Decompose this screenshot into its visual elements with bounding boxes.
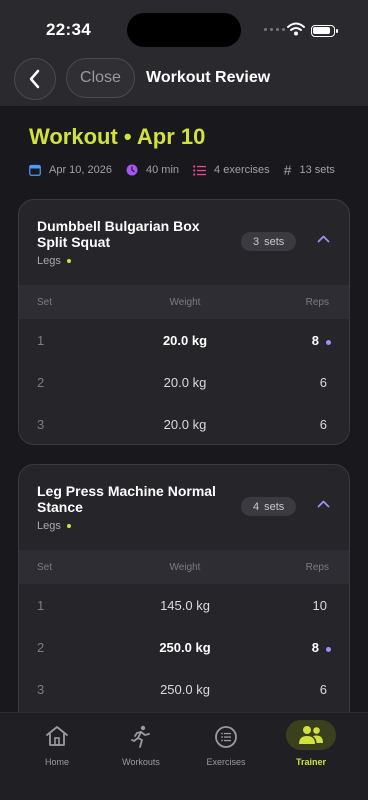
col-reps: Reps [305, 297, 329, 308]
exercise-muscle-text: Legs [37, 520, 61, 532]
meta-exercises-text: 4 exercises [214, 164, 270, 176]
battery-icon [311, 25, 338, 37]
meta-date: Apr 10, 2026 [29, 164, 112, 176]
exercise-card[interactable]: Dumbbell Bulgarian Box Split Squat Legs … [18, 199, 350, 445]
set-reps: 8 [311, 333, 319, 348]
sets-word: sets [264, 235, 285, 248]
meta-duration-text: 40 min [146, 164, 180, 176]
tab-exercises-label: Exercises [206, 757, 246, 767]
muscle-dot-icon [66, 524, 71, 528]
dynamic-island [127, 13, 241, 47]
set-row: 1 20.0 kg 8 [19, 319, 349, 361]
exercise-card-header[interactable]: Dumbbell Bulgarian Box Split Squat Legs … [19, 200, 349, 285]
back-button[interactable] [14, 58, 56, 100]
tab-home-label: Home [44, 757, 69, 767]
list-icon [193, 164, 207, 176]
people-icon [299, 726, 323, 744]
set-row: 2 20.0 kg 6 [19, 361, 349, 403]
exercise-name: Leg Press Machine Normal Stance [37, 483, 216, 515]
meta-sets-text: 13 sets [299, 164, 335, 176]
set-row: 3 20.0 kg 6 [19, 403, 349, 444]
signal-icon [264, 28, 285, 31]
page-title: Workout Review [146, 69, 271, 86]
exercise-card[interactable]: Leg Press Machine Normal Stance Legs 4 s… [18, 464, 350, 712]
set-reps: 6 [319, 417, 327, 432]
meta-duration: 40 min [126, 164, 179, 176]
workout-content[interactable]: Workout • Apr 10 Apr 10, 2026 40 min 4 e… [0, 106, 368, 712]
col-weight: Weight [169, 297, 201, 308]
set-row: 1 145.0 kg 10 [19, 584, 349, 626]
active-tab-indicator [286, 720, 336, 750]
sets-word: sets [264, 500, 285, 513]
home-icon [46, 726, 68, 746]
sets-count: 4 [253, 500, 260, 513]
workout-title: Workout • Apr 10 [29, 124, 206, 149]
status-bar: 22:34 [0, 0, 368, 54]
close-button[interactable]: Close [66, 58, 135, 98]
hash-icon: # [283, 162, 292, 178]
meta-sets: # 13 sets [284, 162, 335, 178]
best-set-dot-icon [326, 340, 331, 345]
set-reps: 6 [319, 375, 327, 390]
set-row: 3 250.0 kg 6 [19, 668, 349, 710]
calendar-icon [29, 164, 41, 176]
sets-count: 3 [253, 235, 260, 248]
exercise-name: Dumbbell Bulgarian Box Split Squat [37, 218, 200, 250]
col-weight: Weight [169, 562, 201, 573]
set-weight: 20.0 kg [162, 333, 208, 348]
status-time: 22:34 [46, 20, 91, 39]
meta-exercises: 4 exercises [193, 164, 270, 176]
wifi-icon [287, 22, 305, 36]
tab-bar: Home Workouts Exercises Trainer [0, 712, 368, 800]
sets-table-header: Set Weight Reps [19, 285, 349, 319]
set-row: 2 250.0 kg 8 [19, 626, 349, 668]
chevron-left-icon [29, 69, 40, 89]
exercise-card-header[interactable]: Leg Press Machine Normal Stance Legs 4 s… [19, 465, 349, 550]
set-weight: 145.0 kg [160, 598, 210, 613]
workout-meta: Apr 10, 2026 40 min 4 exercises # 13 set… [29, 162, 335, 178]
chevron-up-icon[interactable] [317, 500, 330, 508]
tab-workouts-label: Workouts [122, 757, 160, 767]
runner-icon [131, 725, 150, 748]
sets-count-badge: 4 sets [241, 497, 297, 516]
set-weight: 250.0 kg [160, 682, 210, 697]
best-set-dot-icon [326, 647, 331, 652]
clock-icon [126, 164, 138, 176]
chevron-up-icon[interactable] [317, 235, 330, 243]
set-weight: 20.0 kg [163, 375, 207, 390]
set-weight: 20.0 kg [163, 417, 207, 432]
nav-bar: Close Workout Review [0, 54, 368, 106]
tab-trainer[interactable]: Trainer [268, 713, 354, 800]
list-icon [215, 726, 237, 748]
set-reps: 10 [312, 598, 327, 613]
col-reps: Reps [305, 562, 329, 573]
sets-count-badge: 3 sets [241, 232, 297, 251]
set-reps: 8 [311, 640, 319, 655]
set-reps: 6 [319, 682, 327, 697]
exercise-muscle: Legs [37, 520, 71, 532]
meta-date-text: Apr 10, 2026 [49, 164, 112, 176]
exercise-muscle: Legs [37, 255, 71, 267]
exercise-muscle-text: Legs [37, 255, 61, 267]
muscle-dot-icon [66, 259, 71, 263]
tab-trainer-label: Trainer [295, 757, 326, 767]
tab-home[interactable]: Home [14, 713, 100, 800]
sets-table-header: Set Weight Reps [19, 550, 349, 584]
tab-workouts[interactable]: Workouts [98, 713, 184, 800]
tab-exercises[interactable]: Exercises [183, 713, 269, 800]
set-weight: 250.0 kg [159, 640, 211, 655]
